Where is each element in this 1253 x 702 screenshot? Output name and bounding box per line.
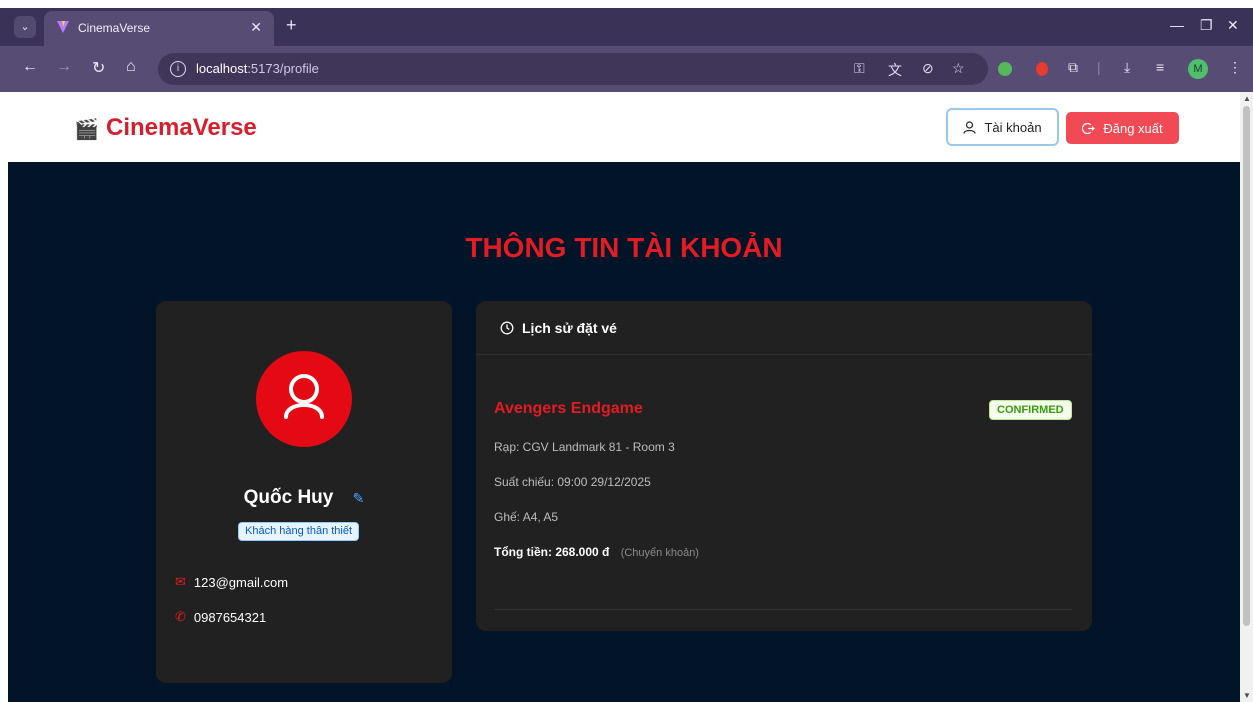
- top-strip: [0, 0, 1253, 8]
- site-header: 🎬 CinemaVerse Tài khoản Đăng xuất: [0, 92, 1240, 162]
- profile-phone: 0987654321: [193, 609, 267, 625]
- bookmark-star-icon[interactable]: ☆: [952, 60, 965, 77]
- profile-avatar[interactable]: M: [1188, 59, 1208, 79]
- booking-history-title-row: Lịch sử đặt vé: [500, 320, 617, 336]
- phone-icon: ✆: [175, 609, 186, 624]
- new-tab-button[interactable]: +: [286, 15, 297, 36]
- back-icon[interactable]: ←: [22, 58, 38, 76]
- mail-icon: ✉: [175, 574, 186, 589]
- browser-tab[interactable]: CinemaVerse ✕: [44, 11, 274, 46]
- movie-title[interactable]: Avengers Endgame: [494, 400, 643, 418]
- booking-history-card: Lịch sử đặt vé Avengers Endgame CONFIRME…: [476, 301, 1092, 631]
- site-info-icon[interactable]: i: [170, 61, 186, 77]
- scroll-down-arrow-icon[interactable]: ▼: [1243, 691, 1251, 700]
- extension-red-icon[interactable]: [1036, 62, 1048, 76]
- url-text[interactable]: localhost:5173/profile: [196, 61, 319, 76]
- user-avatar-icon: [284, 374, 324, 419]
- minimize-icon[interactable]: —: [1170, 17, 1184, 33]
- tab-title: CinemaVerse: [78, 21, 151, 35]
- close-window-icon[interactable]: ✕: [1227, 17, 1239, 34]
- avatar: [256, 351, 352, 447]
- user-icon: [963, 120, 977, 134]
- toolbar-divider: |: [1097, 59, 1101, 75]
- edit-name-icon[interactable]: ✎: [353, 490, 365, 507]
- browser-tab-bar: ⌄ CinemaVerse ✕ + — ❐ ✕: [0, 8, 1253, 46]
- reload-icon[interactable]: ↻: [92, 58, 105, 78]
- loyal-customer-badge: Khách hàng thân thiết: [238, 522, 360, 541]
- translate-icon[interactable]: 文: [888, 60, 902, 80]
- password-key-icon[interactable]: ⚿: [854, 60, 865, 77]
- payment-method: (Chuyển khoản): [620, 547, 699, 559]
- downloads-icon[interactable]: ⤓: [1124, 59, 1130, 76]
- profile-name: Quốc Huy: [243, 487, 334, 508]
- account-button-label: Tài khoản: [984, 119, 1042, 135]
- total-price: Tổng tiền: 268.000 đ: [494, 545, 610, 559]
- theater-info: Rạp: CGV Landmark 81 - Room 3: [494, 440, 675, 454]
- seats-info: Ghế: A4, A5: [494, 510, 559, 524]
- tab-close-icon[interactable]: ✕: [250, 19, 262, 36]
- restore-icon[interactable]: ❐: [1200, 17, 1213, 34]
- extensions-puzzle-icon[interactable]: ⧉: [1068, 59, 1078, 76]
- page-body: THÔNG TIN TÀI KHOẢN Quốc Huy ✎ Khách hàn…: [8, 162, 1240, 702]
- profile-name-row: Quốc Huy ✎: [156, 487, 452, 509]
- booking-history-title: Lịch sử đặt vé: [522, 320, 617, 336]
- logout-icon: [1082, 122, 1096, 134]
- scroll-thumb[interactable]: [1243, 106, 1250, 626]
- history-clock-icon: [500, 321, 514, 335]
- logout-button-label: Đăng xuất: [1103, 120, 1163, 136]
- account-button[interactable]: Tài khoản: [946, 108, 1059, 146]
- showtime-info: Suất chiếu: 09:00 29/12/2025: [494, 475, 651, 489]
- clapperboard-icon: 🎬: [74, 119, 99, 141]
- vite-favicon-icon: [57, 21, 69, 33]
- page-scrollbar[interactable]: ▲ ▼: [1240, 92, 1253, 702]
- site-logo[interactable]: CinemaVerse: [106, 114, 257, 142]
- profile-card: Quốc Huy ✎ Khách hàng thân thiết ✉ 123@g…: [156, 301, 452, 683]
- total-row: Tổng tiền: 268.000 đ (Chuyển khoản): [494, 545, 699, 559]
- booking-history-header: Lịch sử đặt vé: [476, 301, 1092, 355]
- status-badge: CONFIRMED: [989, 400, 1072, 420]
- page-viewport: 🎬 CinemaVerse Tài khoản Đăng xuất THÔNG …: [0, 92, 1240, 702]
- profile-email: 123@gmail.com: [193, 574, 289, 590]
- browser-menu-icon[interactable]: ⋮: [1228, 59, 1242, 76]
- tab-search-button[interactable]: ⌄: [14, 16, 36, 38]
- extension-green-icon[interactable]: [998, 62, 1012, 76]
- phone-row: ✆ 0987654321: [175, 609, 266, 625]
- logout-button[interactable]: Đăng xuất: [1066, 112, 1179, 144]
- email-row: ✉ 123@gmail.com: [175, 574, 288, 590]
- scroll-up-arrow-icon[interactable]: ▲: [1243, 94, 1251, 103]
- address-bar[interactable]: i localhost:5173/profile ⚿ 文 ⊘ ☆: [158, 53, 988, 85]
- page-title: THÔNG TIN TÀI KHOẢN: [465, 232, 783, 263]
- forward-icon[interactable]: →: [56, 58, 72, 76]
- tracking-eye-off-icon[interactable]: ⊘: [922, 60, 934, 77]
- browser-toolbar: ← → ↻ ⌂ i localhost:5173/profile ⚿ 文 ⊘ ☆…: [0, 46, 1253, 92]
- home-icon[interactable]: ⌂: [126, 58, 136, 76]
- booking-divider: [494, 609, 1072, 610]
- reading-list-icon[interactable]: ≡: [1156, 59, 1164, 75]
